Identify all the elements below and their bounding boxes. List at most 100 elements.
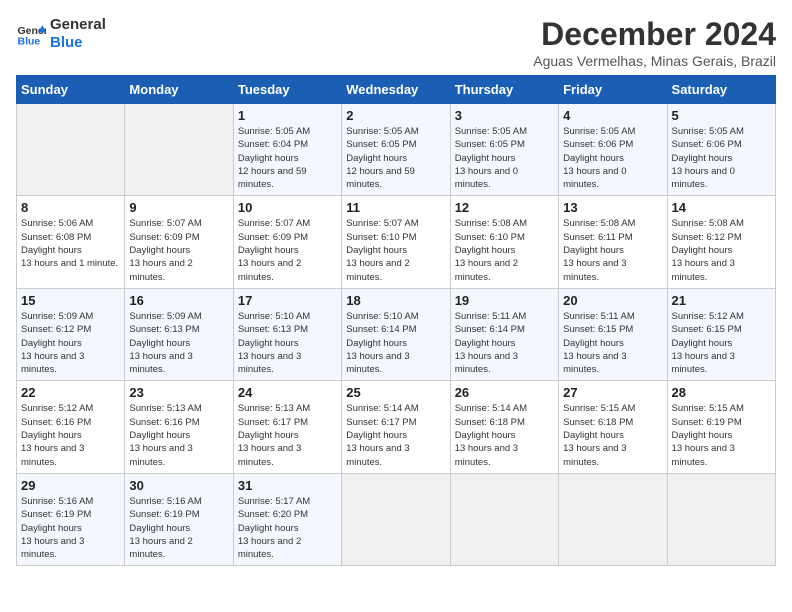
day-number: 19	[455, 293, 554, 308]
week-row-4: 22 Sunrise: 5:12 AM Sunset: 6:16 PM Dayl…	[17, 381, 776, 473]
day-number: 21	[672, 293, 771, 308]
day-number: 16	[129, 293, 228, 308]
day-info: Sunrise: 5:10 AM Sunset: 6:14 PM Dayligh…	[346, 310, 445, 376]
day-info: Sunrise: 5:16 AM Sunset: 6:19 PM Dayligh…	[129, 495, 228, 561]
week-row-3: 15 Sunrise: 5:09 AM Sunset: 6:12 PM Dayl…	[17, 288, 776, 380]
day-cell-14: 14 Sunrise: 5:08 AM Sunset: 6:12 PM Dayl…	[667, 196, 775, 288]
day-cell-12: 12 Sunrise: 5:08 AM Sunset: 6:10 PM Dayl…	[450, 196, 558, 288]
empty-cell	[342, 473, 450, 565]
day-info: Sunrise: 5:07 AM Sunset: 6:10 PM Dayligh…	[346, 217, 445, 283]
day-cell-16: 16 Sunrise: 5:09 AM Sunset: 6:13 PM Dayl…	[125, 288, 233, 380]
day-cell-13: 13 Sunrise: 5:08 AM Sunset: 6:11 PM Dayl…	[559, 196, 667, 288]
day-info: Sunrise: 5:13 AM Sunset: 6:16 PM Dayligh…	[129, 402, 228, 468]
day-number: 10	[238, 200, 337, 215]
month-title: December 2024	[533, 16, 776, 53]
day-info: Sunrise: 5:05 AM Sunset: 6:04 PM Dayligh…	[238, 125, 337, 191]
day-number: 22	[21, 385, 120, 400]
day-info: Sunrise: 5:17 AM Sunset: 6:20 PM Dayligh…	[238, 495, 337, 561]
logo: General Blue General Blue	[16, 16, 106, 52]
empty-cell	[667, 473, 775, 565]
day-info: Sunrise: 5:11 AM Sunset: 6:15 PM Dayligh…	[563, 310, 662, 376]
day-number: 28	[672, 385, 771, 400]
calendar-table: SundayMondayTuesdayWednesdayThursdayFrid…	[16, 75, 776, 566]
day-info: Sunrise: 5:14 AM Sunset: 6:17 PM Dayligh…	[346, 402, 445, 468]
week-row-5: 29 Sunrise: 5:16 AM Sunset: 6:19 PM Dayl…	[17, 473, 776, 565]
logo-icon: General Blue	[16, 19, 46, 49]
day-number: 1	[238, 108, 337, 123]
day-info: Sunrise: 5:05 AM Sunset: 6:05 PM Dayligh…	[346, 125, 445, 191]
day-number: 24	[238, 385, 337, 400]
calendar-body: 1 Sunrise: 5:05 AM Sunset: 6:04 PM Dayli…	[17, 104, 776, 566]
day-info: Sunrise: 5:14 AM Sunset: 6:18 PM Dayligh…	[455, 402, 554, 468]
day-info: Sunrise: 5:10 AM Sunset: 6:13 PM Dayligh…	[238, 310, 337, 376]
day-number: 9	[129, 200, 228, 215]
day-cell-4: 4 Sunrise: 5:05 AM Sunset: 6:06 PM Dayli…	[559, 104, 667, 196]
day-number: 8	[21, 200, 120, 215]
day-info: Sunrise: 5:11 AM Sunset: 6:14 PM Dayligh…	[455, 310, 554, 376]
day-cell-11: 11 Sunrise: 5:07 AM Sunset: 6:10 PM Dayl…	[342, 196, 450, 288]
column-header-tuesday: Tuesday	[233, 76, 341, 104]
day-number: 25	[346, 385, 445, 400]
title-area: December 2024 Aguas Vermelhas, Minas Ger…	[533, 16, 776, 69]
day-cell-10: 10 Sunrise: 5:07 AM Sunset: 6:09 PM Dayl…	[233, 196, 341, 288]
day-number: 26	[455, 385, 554, 400]
calendar-header-row: SundayMondayTuesdayWednesdayThursdayFrid…	[17, 76, 776, 104]
column-header-wednesday: Wednesday	[342, 76, 450, 104]
day-cell-2: 2 Sunrise: 5:05 AM Sunset: 6:05 PM Dayli…	[342, 104, 450, 196]
day-cell-29: 29 Sunrise: 5:16 AM Sunset: 6:19 PM Dayl…	[17, 473, 125, 565]
location-title: Aguas Vermelhas, Minas Gerais, Brazil	[533, 53, 776, 69]
column-header-thursday: Thursday	[450, 76, 558, 104]
day-number: 14	[672, 200, 771, 215]
day-cell-15: 15 Sunrise: 5:09 AM Sunset: 6:12 PM Dayl…	[17, 288, 125, 380]
day-cell-26: 26 Sunrise: 5:14 AM Sunset: 6:18 PM Dayl…	[450, 381, 558, 473]
day-cell-25: 25 Sunrise: 5:14 AM Sunset: 6:17 PM Dayl…	[342, 381, 450, 473]
day-info: Sunrise: 5:12 AM Sunset: 6:15 PM Dayligh…	[672, 310, 771, 376]
column-header-sunday: Sunday	[17, 76, 125, 104]
day-number: 30	[129, 478, 228, 493]
day-cell-1: 1 Sunrise: 5:05 AM Sunset: 6:04 PM Dayli…	[233, 104, 341, 196]
day-number: 13	[563, 200, 662, 215]
day-cell-18: 18 Sunrise: 5:10 AM Sunset: 6:14 PM Dayl…	[342, 288, 450, 380]
day-info: Sunrise: 5:12 AM Sunset: 6:16 PM Dayligh…	[21, 402, 120, 468]
day-cell-21: 21 Sunrise: 5:12 AM Sunset: 6:15 PM Dayl…	[667, 288, 775, 380]
day-info: Sunrise: 5:16 AM Sunset: 6:19 PM Dayligh…	[21, 495, 120, 561]
day-info: Sunrise: 5:05 AM Sunset: 6:05 PM Dayligh…	[455, 125, 554, 191]
empty-cell	[125, 104, 233, 196]
day-info: Sunrise: 5:07 AM Sunset: 6:09 PM Dayligh…	[238, 217, 337, 283]
day-number: 5	[672, 108, 771, 123]
logo-line1: General	[50, 16, 106, 34]
day-cell-3: 3 Sunrise: 5:05 AM Sunset: 6:05 PM Dayli…	[450, 104, 558, 196]
day-info: Sunrise: 5:09 AM Sunset: 6:13 PM Dayligh…	[129, 310, 228, 376]
day-number: 27	[563, 385, 662, 400]
day-number: 29	[21, 478, 120, 493]
day-info: Sunrise: 5:15 AM Sunset: 6:18 PM Dayligh…	[563, 402, 662, 468]
day-cell-30: 30 Sunrise: 5:16 AM Sunset: 6:19 PM Dayl…	[125, 473, 233, 565]
column-header-saturday: Saturday	[667, 76, 775, 104]
day-number: 12	[455, 200, 554, 215]
day-cell-27: 27 Sunrise: 5:15 AM Sunset: 6:18 PM Dayl…	[559, 381, 667, 473]
day-info: Sunrise: 5:08 AM Sunset: 6:12 PM Dayligh…	[672, 217, 771, 283]
day-info: Sunrise: 5:06 AM Sunset: 6:08 PM Dayligh…	[21, 217, 120, 270]
day-info: Sunrise: 5:15 AM Sunset: 6:19 PM Dayligh…	[672, 402, 771, 468]
header: General Blue General Blue December 2024 …	[16, 16, 776, 69]
day-info: Sunrise: 5:05 AM Sunset: 6:06 PM Dayligh…	[563, 125, 662, 191]
day-cell-19: 19 Sunrise: 5:11 AM Sunset: 6:14 PM Dayl…	[450, 288, 558, 380]
day-number: 23	[129, 385, 228, 400]
day-number: 17	[238, 293, 337, 308]
day-info: Sunrise: 5:09 AM Sunset: 6:12 PM Dayligh…	[21, 310, 120, 376]
week-row-2: 8 Sunrise: 5:06 AM Sunset: 6:08 PM Dayli…	[17, 196, 776, 288]
logo-text-block: General Blue	[50, 16, 106, 52]
empty-cell	[17, 104, 125, 196]
day-info: Sunrise: 5:08 AM Sunset: 6:11 PM Dayligh…	[563, 217, 662, 283]
day-number: 31	[238, 478, 337, 493]
day-number: 18	[346, 293, 445, 308]
day-cell-24: 24 Sunrise: 5:13 AM Sunset: 6:17 PM Dayl…	[233, 381, 341, 473]
empty-cell	[450, 473, 558, 565]
day-number: 11	[346, 200, 445, 215]
column-header-monday: Monday	[125, 76, 233, 104]
day-cell-28: 28 Sunrise: 5:15 AM Sunset: 6:19 PM Dayl…	[667, 381, 775, 473]
day-number: 2	[346, 108, 445, 123]
day-cell-23: 23 Sunrise: 5:13 AM Sunset: 6:16 PM Dayl…	[125, 381, 233, 473]
day-number: 20	[563, 293, 662, 308]
week-row-1: 1 Sunrise: 5:05 AM Sunset: 6:04 PM Dayli…	[17, 104, 776, 196]
